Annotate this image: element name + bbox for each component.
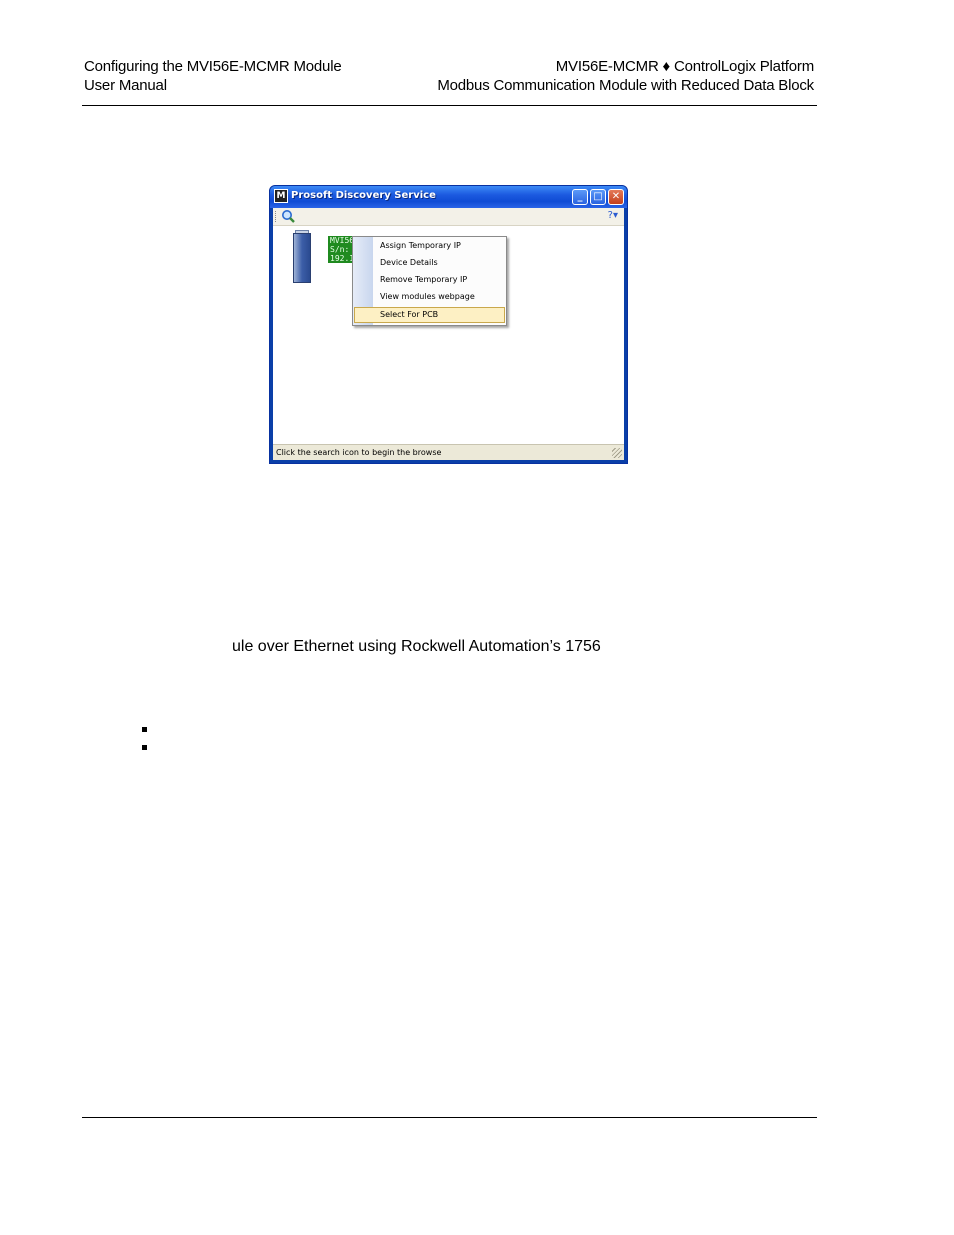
status-text: Click the search icon to begin the brows…: [276, 448, 442, 457]
menu-item-view-modules-webpage[interactable]: View modules webpage: [354, 289, 505, 305]
module-device-icon[interactable]: [293, 233, 311, 283]
resize-grip-icon[interactable]: [612, 448, 622, 458]
menu-item-device-details[interactable]: Device Details: [354, 255, 505, 271]
device-browse-area[interactable]: MVI56E-MCMR S/n: 00 192.168 Assign Tempo…: [273, 226, 624, 443]
window-title: Prosoft Discovery Service: [291, 190, 436, 201]
doc-type: User Manual: [84, 77, 167, 94]
minimize-button[interactable]: _: [572, 189, 588, 205]
prosoft-app-icon: M: [274, 189, 288, 203]
bullet-icon: [142, 727, 147, 732]
menu-item-remove-temporary-ip[interactable]: Remove Temporary IP: [354, 272, 505, 288]
bullet-icon: [142, 745, 147, 750]
context-menu: Assign Temporary IP Device Details Remov…: [352, 236, 507, 326]
close-button[interactable]: ✕: [608, 189, 624, 205]
product-platform: MVI56E-MCMR ♦ ControlLogix Platform: [555, 58, 814, 75]
menu-item-select-for-pcb[interactable]: Select For PCB: [354, 307, 505, 323]
header-right: MVI56E-MCMR ♦ ControlLogix Platform Modb…: [437, 57, 814, 95]
footer-divider: [82, 1117, 817, 1118]
status-bar: Click the search icon to begin the brows…: [273, 444, 624, 460]
help-icon[interactable]: ?▾: [608, 210, 618, 221]
discovery-window: M Prosoft Discovery Service _ □ ✕ ?▾ MVI…: [269, 185, 628, 464]
product-description: Modbus Communication Module with Reduced…: [437, 77, 814, 94]
header-divider: [82, 105, 817, 106]
search-icon[interactable]: [281, 209, 295, 223]
body-text-fragment: ule over Ethernet using Rockwell Automat…: [232, 638, 601, 655]
window-titlebar[interactable]: M Prosoft Discovery Service _ □ ✕: [270, 186, 627, 208]
window-client: ?▾ MVI56E-MCMR S/n: 00 192.168 Assign Te…: [273, 208, 624, 460]
menu-item-assign-temporary-ip[interactable]: Assign Temporary IP: [354, 238, 505, 254]
doc-section-title: Configuring the MVI56E-MCMR Module: [84, 58, 342, 75]
maximize-button[interactable]: □: [590, 189, 606, 205]
toolbar-grip-icon[interactable]: [275, 211, 278, 222]
header-left: Configuring the MVI56E-MCMR Module User …: [84, 57, 342, 95]
toolbar: ?▾: [273, 208, 624, 226]
